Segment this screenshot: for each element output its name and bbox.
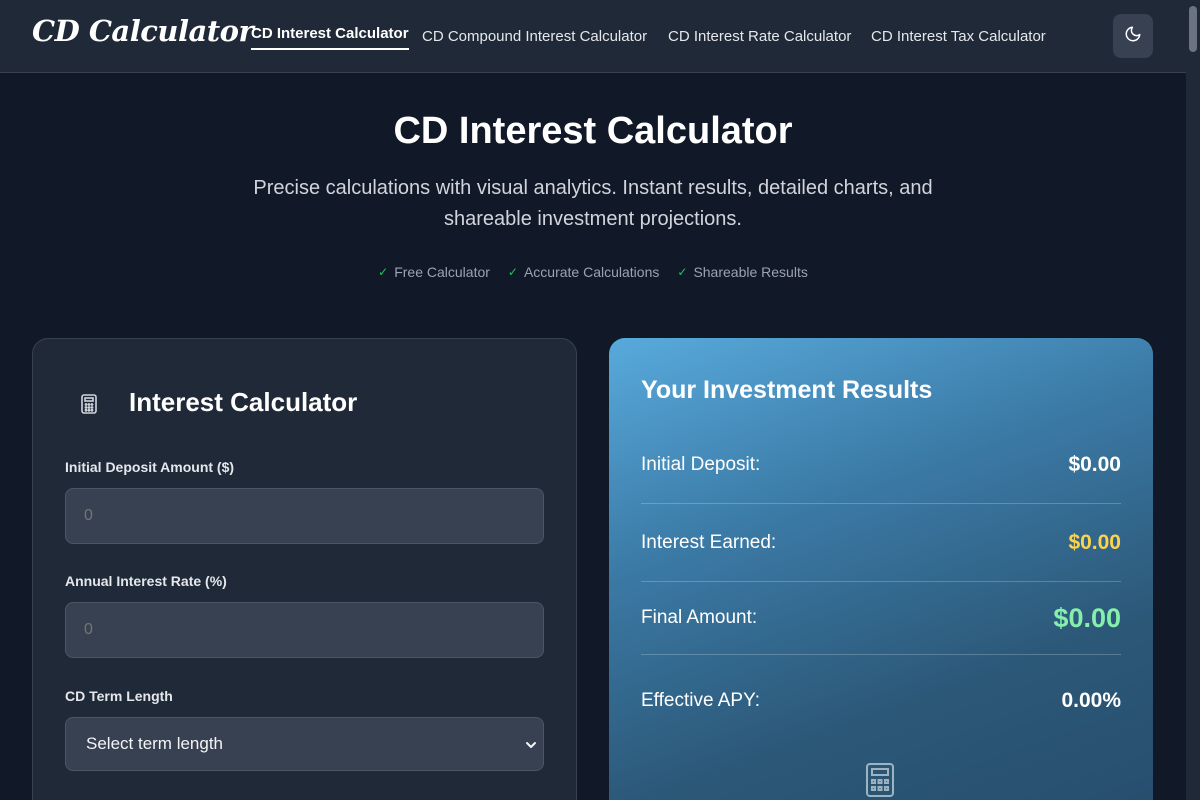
result-row-effective-apy: Effective APY: 0.00% [641,662,1121,740]
check-icon: ✓ [378,265,389,279]
interest-rate-label: Annual Interest Rate (%) [65,573,227,589]
result-label: Initial Deposit: [641,453,761,475]
theme-toggle-button[interactable] [1113,14,1153,58]
calculator-title: Interest Calculator [129,387,358,417]
page-subtitle: Precise calculations with visual analyti… [253,177,933,230]
calculator-icon [864,762,896,800]
results-title: Your Investment Results [641,376,933,404]
page-scrollbar[interactable] [1186,0,1200,800]
term-length-label: CD Term Length [65,688,173,704]
result-row-interest-earned: Interest Earned: $0.00 [641,504,1121,582]
feature-label: Shareable Results [693,264,808,280]
nav-link-cd-interest[interactable]: CD Interest Calculator [251,25,409,50]
result-label: Final Amount: [641,607,758,628]
interest-rate-input[interactable] [65,602,544,658]
calculator-icon [79,393,99,420]
feature-label: Accurate Calculations [523,264,660,280]
nav-link-cd-interest-tax[interactable]: CD Interest Tax Calculator [871,28,1046,45]
feature-item: ✓ Free Calculator [378,264,490,280]
deposit-input[interactable] [65,488,544,544]
chevron-down-icon [525,736,537,756]
check-icon: ✓ [507,265,518,279]
feature-item: ✓ Accurate Calculations [508,264,659,280]
result-row-final-amount: Final Amount: $0.00 [641,582,1121,655]
result-row-initial-deposit: Initial Deposit: $0.00 [641,426,1121,504]
page-title: CD Interest Calculator [393,110,793,152]
initial-deposit-value: $0.00 [1068,452,1121,476]
results-card: Your Investment Results Initial Deposit:… [609,338,1153,800]
effective-apy-value: 0.00% [1061,689,1121,712]
site-logo[interactable]: CD Calculator [32,14,254,48]
final-amount-value: $0.00 [1053,602,1121,633]
check-icon: ✓ [677,265,688,279]
nav-link-cd-compound-interest[interactable]: CD Compound Interest Calculator [422,28,647,45]
moon-icon [1124,25,1142,48]
scrollbar-thumb[interactable] [1189,6,1197,52]
term-length-select[interactable]: Select term length [65,717,544,771]
interest-earned-value: $0.00 [1068,530,1121,554]
feature-list: ✓ Free Calculator ✓ Accurate Calculation… [0,264,1186,280]
calculator-card: Interest Calculator Initial Deposit Amou… [32,338,577,800]
term-length-selected: Select term length [86,734,224,753]
feature-label: Free Calculator [394,264,490,280]
top-nav: CD Calculator CD Interest Calculator CD … [0,0,1186,73]
feature-item: ✓ Shareable Results [677,264,807,280]
result-label: Interest Earned: [641,531,777,553]
nav-link-cd-interest-rate[interactable]: CD Interest Rate Calculator [668,28,851,45]
result-label: Effective APY: [641,690,761,711]
deposit-label: Initial Deposit Amount ($) [65,459,235,475]
